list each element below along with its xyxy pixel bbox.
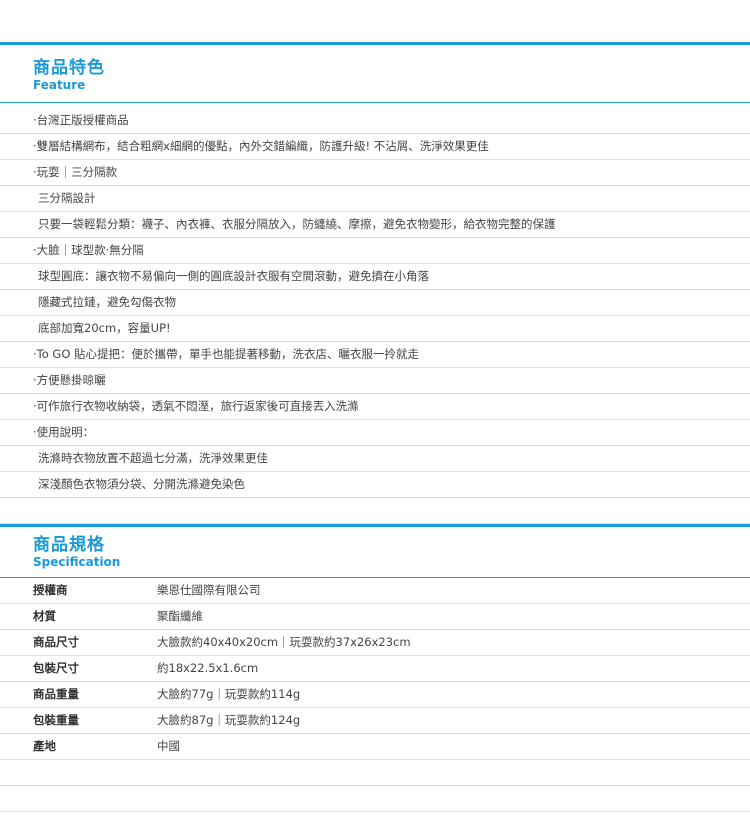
feature-item: ‧To GO 貼心提把：便於攜帶，單手也能提著移動，洗衣店、曬衣服一拎就走 (0, 342, 750, 368)
feature-item: ‧台灣正版授權商品 (0, 108, 750, 134)
feature-item: ‧大臉｜球型款‧無分隔 (0, 238, 750, 264)
spec-row: 商品重量 大臉約77g｜玩耍款約114g (0, 682, 750, 708)
spec-value: 樂恩仕國際有限公司 (157, 583, 261, 597)
feature-item: 球型圓底：讓衣物不易偏向一側的圓底設計衣服有空間滾動，避免擠在小角落 (0, 264, 750, 290)
spec-value: 大臉約77g｜玩耍款約114g (157, 687, 301, 701)
spec-label: 授權商 (33, 583, 68, 597)
spec-row: 授權商 樂恩仕國際有限公司 (0, 578, 750, 604)
spec-row (0, 760, 750, 786)
feature-item: 隱藏式拉鏈，避免勾傷衣物 (0, 290, 750, 316)
spec-value: 大臉約87g｜玩耍款約124g (157, 713, 301, 727)
spec-label: 商品尺寸 (33, 635, 79, 649)
spec-row: 包裝重量 大臉約87g｜玩耍款約124g (0, 708, 750, 734)
spec-label: 商品重量 (33, 687, 79, 701)
feature-title: 商品特色 (33, 58, 105, 78)
feature-item: 只要一袋輕鬆分類：襪子、內衣褲、衣服分隔放入，防纏繞、摩擦，避免衣物變形，給衣物… (0, 212, 750, 238)
spec-label: 產地 (33, 739, 56, 753)
spec-value: 聚酯纖維 (157, 609, 203, 623)
feature-item: 底部加寬20cm，容量UP! (0, 316, 750, 342)
feature-item: 洗滌時衣物放置不超過七分滿，洗淨效果更佳 (0, 446, 750, 472)
spec-value: 約18x22.5x1.6cm (157, 661, 259, 675)
feature-subtitle: Feature (33, 78, 86, 92)
feature-item: ‧雙層結構網布，結合粗網x細網的優點，內外交錯編織，防護升級! 不沾屑、洗淨效果… (0, 134, 750, 160)
feature-item: ‧可作旅行衣物收納袋，透氣不悶溼，旅行返家後可直接丟入洗滌 (0, 394, 750, 420)
feature-item (0, 498, 750, 524)
spec-value: 中國 (157, 739, 180, 753)
spec-table: 授權商 樂恩仕國際有限公司材質 聚酯纖維商品尺寸 大臉款約40x40x20cm｜玩耍款… (0, 578, 750, 812)
spec-label: 包裝尺寸 (33, 661, 79, 675)
feature-item: ‧方便懸掛晾曬 (0, 368, 750, 394)
spec-label: 材質 (33, 609, 56, 623)
spec-value: 大臉款約40x40x20cm｜玩耍款約37x26x23cm (157, 635, 411, 649)
feature-top-rule (0, 42, 750, 45)
spec-row (0, 786, 750, 812)
spec-label: 包裝重量 (33, 713, 79, 727)
spec-row: 包裝尺寸 約18x22.5x1.6cm (0, 656, 750, 682)
feature-list: ‧台灣正版授權商品 ‧雙層結構網布，結合粗網x細網的優點，內外交錯編織，防護升級!… (0, 108, 750, 524)
spec-subtitle: Specification (33, 555, 121, 569)
feature-item: 深淺顏色衣物須分袋、分開洗滌避免染色 (0, 472, 750, 498)
spec-title: 商品規格 (33, 535, 105, 555)
feature-item: ‧玩耍｜三分隔款 (0, 160, 750, 186)
spec-row: 產地 中國 (0, 734, 750, 760)
feature-item: ‧使用說明： (0, 420, 750, 446)
spec-row: 材質 聚酯纖維 (0, 604, 750, 630)
spec-top-rule (0, 524, 750, 527)
feature-item: 三分隔設計 (0, 186, 750, 212)
spec-row: 商品尺寸 大臉款約40x40x20cm｜玩耍款約37x26x23cm (0, 630, 750, 656)
feature-bottom-rule (0, 102, 750, 103)
